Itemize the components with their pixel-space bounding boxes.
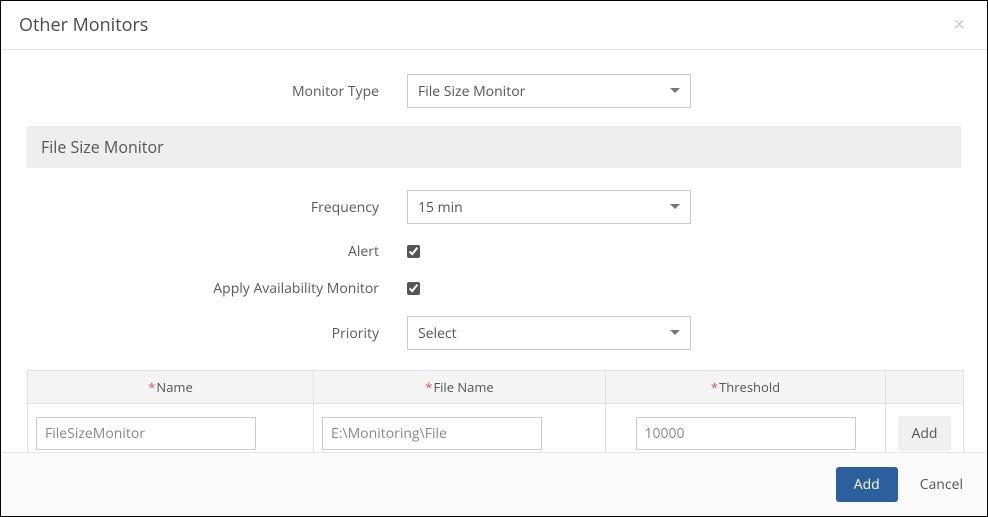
name-input[interactable] bbox=[36, 417, 256, 450]
col-action-header bbox=[886, 371, 964, 404]
col-name-header: *Name bbox=[28, 371, 314, 404]
availability-label: Apply Availability Monitor bbox=[27, 279, 407, 298]
alert-label: Alert bbox=[27, 242, 407, 261]
table-header-row: *Name *File Name *Threshold bbox=[28, 371, 964, 404]
alert-checkbox[interactable] bbox=[407, 245, 420, 258]
section-header: File Size Monitor bbox=[27, 126, 961, 168]
add-row-button[interactable]: Add bbox=[898, 416, 952, 451]
chevron-down-icon bbox=[670, 204, 680, 210]
required-indicator: * bbox=[148, 378, 155, 396]
monitor-type-value: File Size Monitor bbox=[418, 82, 670, 101]
col-name-label: Name bbox=[156, 378, 192, 396]
chevron-down-icon bbox=[670, 88, 680, 94]
table-row: Add bbox=[28, 404, 964, 453]
monitor-type-label: Monitor Type bbox=[27, 82, 407, 101]
priority-select[interactable]: Select bbox=[407, 316, 691, 350]
priority-label: Priority bbox=[27, 324, 407, 343]
alert-row: Alert bbox=[27, 242, 961, 261]
chevron-down-icon bbox=[670, 330, 680, 336]
col-file-label: File Name bbox=[433, 378, 493, 396]
modal-title: Other Monitors bbox=[19, 13, 148, 37]
modal-body: Monitor Type File Size Monitor File Size… bbox=[1, 50, 987, 452]
frequency-label: Frequency bbox=[27, 198, 407, 217]
frequency-select[interactable]: 15 min bbox=[407, 190, 691, 224]
priority-row: Priority Select bbox=[27, 316, 961, 350]
file-name-input[interactable] bbox=[322, 417, 542, 450]
col-threshold-label: Threshold bbox=[719, 378, 780, 396]
other-monitors-modal: Other Monitors × Monitor Type File Size … bbox=[1, 1, 987, 516]
priority-value: Select bbox=[418, 324, 670, 343]
monitor-type-row: Monitor Type File Size Monitor bbox=[27, 74, 961, 108]
modal-footer: Add Cancel bbox=[1, 452, 987, 516]
frequency-row: Frequency 15 min bbox=[27, 190, 961, 224]
cancel-button[interactable]: Cancel bbox=[920, 475, 963, 494]
threshold-input[interactable] bbox=[636, 417, 856, 450]
close-icon: × bbox=[953, 14, 965, 36]
availability-checkbox[interactable] bbox=[407, 282, 420, 295]
col-threshold-header: *Threshold bbox=[606, 371, 886, 404]
monitor-table: *Name *File Name *Threshold bbox=[27, 370, 964, 452]
close-button[interactable]: × bbox=[949, 15, 969, 35]
col-file-header: *File Name bbox=[314, 371, 606, 404]
frequency-value: 15 min bbox=[418, 198, 670, 217]
add-button[interactable]: Add bbox=[836, 467, 898, 502]
modal-header: Other Monitors × bbox=[1, 1, 987, 50]
required-indicator: * bbox=[425, 378, 432, 396]
required-indicator: * bbox=[711, 378, 718, 396]
monitor-type-select[interactable]: File Size Monitor bbox=[407, 74, 691, 108]
availability-row: Apply Availability Monitor bbox=[27, 279, 961, 298]
